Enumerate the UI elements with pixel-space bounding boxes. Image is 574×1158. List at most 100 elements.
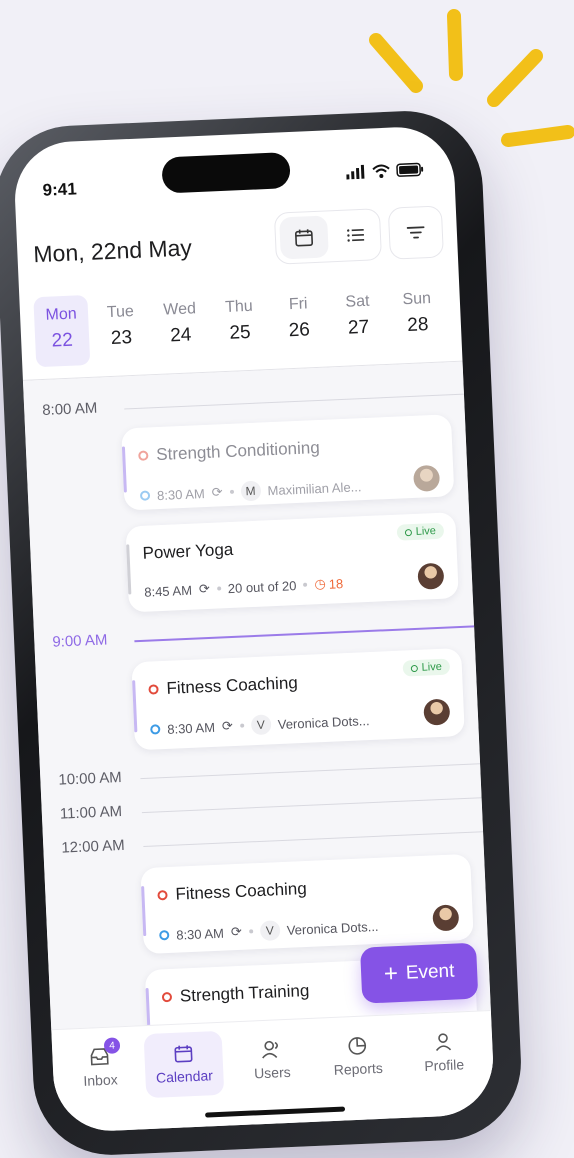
dot-separator — [217, 586, 221, 590]
filter-icon — [406, 224, 427, 241]
list-view-button[interactable] — [331, 209, 381, 261]
capacity-text: 20 out of 20 — [227, 578, 296, 596]
signal-icon — [346, 165, 367, 180]
day-name: Sun — [389, 289, 444, 309]
repeat-icon: ⟳ — [222, 718, 234, 734]
live-badge: Live — [402, 659, 450, 677]
plus-icon: + — [383, 962, 398, 987]
event-status-icon — [162, 992, 172, 1002]
day-sun[interactable]: Sun 28 — [389, 279, 446, 351]
event-card[interactable]: Fitness Coaching 8:30 AM ⟳ V Veronica Do… — [140, 854, 473, 954]
time-label: 11:00 AM — [60, 803, 123, 823]
event-status-icon — [138, 450, 148, 460]
day-name: Thu — [212, 297, 267, 317]
event-time: 8:45 AM — [144, 582, 192, 599]
view-toggle — [274, 208, 382, 265]
avatar — [423, 699, 450, 726]
event-time: 8:30 AM — [167, 719, 215, 736]
dynamic-island — [161, 152, 290, 194]
pie-chart-icon — [346, 1034, 369, 1057]
event-title-text: Power Yoga — [142, 540, 234, 564]
profile-icon-wrap — [404, 1025, 483, 1058]
waitlist-value: 18 — [328, 576, 343, 592]
day-timeline: 8:00 AM Strength Conditioning 8:30 AM ⟳ … — [23, 362, 491, 1031]
tab-label: Users — [233, 1063, 312, 1082]
live-dot-icon — [405, 529, 412, 536]
event-accent-bar — [126, 544, 131, 594]
bottom-tab-bar: 4 Inbox Calendar Users Reports — [51, 1010, 495, 1133]
repeat-icon: ⟳ — [199, 581, 211, 597]
inbox-badge: 4 — [104, 1037, 121, 1054]
profile-icon — [433, 1032, 454, 1053]
event-accent-bar — [132, 680, 137, 732]
repeat-icon: ⟳ — [211, 484, 223, 500]
event-meta: 8:45 AM ⟳ 20 out of 20 ◷18 — [144, 575, 344, 600]
repeat-icon: ⟳ — [231, 924, 243, 940]
day-wed[interactable]: Wed24 — [152, 290, 209, 362]
tab-users[interactable]: Users — [232, 1033, 312, 1082]
host-name: Veronica Dots... — [286, 918, 378, 937]
event-title-text: Strength Conditioning — [156, 438, 320, 465]
day-thu[interactable]: Thu25 — [211, 287, 268, 359]
event-meta: 8:30 AM ⟳ V Veronica Dots... — [150, 710, 370, 740]
day-number: 26 — [272, 319, 327, 343]
tab-inbox[interactable]: 4 Inbox — [60, 1040, 140, 1089]
day-name: Fri — [271, 295, 326, 315]
status-time: 9:41 — [42, 179, 77, 200]
status-icons — [346, 162, 425, 179]
clock-icon — [140, 490, 150, 500]
time-label: 12:00 AM — [61, 837, 125, 857]
avatar — [432, 904, 459, 931]
clock-icon — [150, 724, 160, 734]
live-badge: Live — [396, 523, 444, 541]
event-title-text: Fitness Coaching — [166, 673, 298, 699]
host-name: Maximilian Ale... — [267, 479, 361, 498]
day-mon[interactable]: Mon 22 — [33, 295, 90, 367]
dot-separator — [249, 929, 253, 933]
filter-button[interactable] — [388, 205, 444, 259]
time-label: 10:00 AM — [58, 769, 122, 789]
tab-reports[interactable]: Reports — [318, 1029, 398, 1078]
users-icon — [260, 1039, 283, 1060]
waitlist-count: ◷18 — [314, 575, 343, 592]
calendar-view-button[interactable] — [279, 215, 329, 259]
day-number: 22 — [35, 329, 90, 353]
live-label: Live — [415, 525, 436, 538]
event-status-icon — [157, 890, 167, 900]
day-fri[interactable]: Fri 26 — [270, 285, 327, 357]
day-name: Sat — [330, 292, 385, 312]
event-title: Fitness Coaching — [148, 673, 298, 699]
live-label: Live — [421, 661, 442, 674]
dot-separator — [240, 724, 244, 728]
event-card[interactable]: Live Power Yoga 8:45 AM ⟳ 20 out of 20 ◷… — [125, 512, 458, 612]
event-time: 8:30 AM — [157, 486, 205, 503]
day-name: Mon — [34, 305, 89, 325]
avatar — [417, 563, 444, 590]
timer-icon: ◷ — [314, 576, 326, 592]
day-number: 28 — [390, 313, 445, 337]
tab-label: Profile — [405, 1055, 484, 1074]
day-tue[interactable]: Tue23 — [93, 292, 150, 364]
host-name: Veronica Dots... — [277, 713, 369, 732]
event-card[interactable]: Strength Conditioning 8:30 AM ⟳ M Maximi… — [121, 414, 454, 510]
event-accent-bar — [122, 446, 127, 492]
host-initial: M — [240, 481, 261, 502]
list-icon — [345, 225, 366, 246]
day-number: 24 — [153, 324, 208, 348]
users-icon-wrap — [232, 1033, 311, 1066]
wifi-icon — [372, 164, 391, 179]
week-day-selector: Mon 22 Tue23 Wed24 Thu25 Fri 26 Sat27 Sun 2… — [33, 279, 446, 367]
hour-line — [143, 831, 483, 847]
calendar-icon — [173, 1043, 194, 1064]
day-sat[interactable]: Sat27 — [330, 282, 387, 354]
hour-line — [124, 394, 464, 410]
add-event-button[interactable]: + Event — [360, 943, 478, 1004]
event-title: Strength Training — [162, 981, 310, 1007]
event-card[interactable]: Live Fitness Coaching 8:30 AM ⟳ V Veroni… — [131, 648, 465, 750]
event-title: Fitness Coaching — [157, 879, 307, 905]
event-title-text: Fitness Coaching — [175, 879, 307, 905]
battery-icon — [396, 162, 425, 177]
tab-profile[interactable]: Profile — [404, 1025, 484, 1074]
tab-calendar[interactable]: Calendar — [144, 1031, 225, 1098]
phone-screen: 9:41 Mon, 22nd May Mon22 Tue23 Wed24 Thu… — [13, 125, 496, 1133]
